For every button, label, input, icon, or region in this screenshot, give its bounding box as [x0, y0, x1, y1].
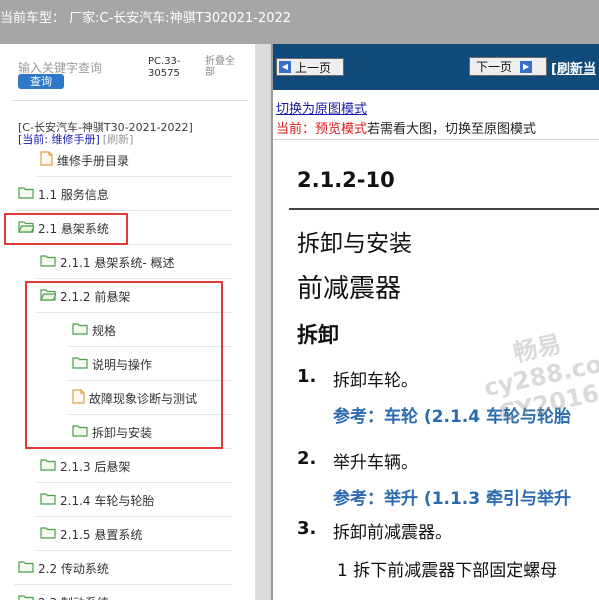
document-number: 2.1.2-10	[297, 168, 395, 192]
section-heading: 拆卸与安装	[297, 231, 412, 257]
tree-item-label: 2.1.3 后悬架	[60, 459, 131, 474]
tree-row-divider	[36, 550, 232, 551]
tree-row-divider	[36, 176, 232, 177]
tree-row-divider	[14, 584, 232, 585]
folder-icon	[40, 458, 56, 474]
mode-note: 若需看大图，切换至原图模式	[367, 122, 537, 137]
mode-status: 当前：预览模式若需看大图，切换至原图模式	[276, 118, 536, 137]
mode-current: 当前：预览模式	[276, 122, 368, 137]
step-number: 1.	[297, 366, 317, 387]
viewer-navbar: ◀ 上一页 下一页 ▶ [刷新当	[273, 44, 599, 90]
folder-icon	[18, 594, 34, 600]
tree-item-label: 1.1 服务信息	[38, 187, 109, 202]
folder-icon	[18, 560, 34, 576]
tree-row-divider	[36, 516, 232, 517]
tree-item-label: 2.1.5 悬置系统	[60, 527, 143, 542]
step-text: 拆卸前减震器。	[333, 523, 452, 543]
step-text: 拆卸车轮。	[333, 371, 418, 391]
query-button[interactable]: 查询	[18, 74, 64, 89]
tree-item[interactable]: 2.1.3 后悬架	[40, 450, 130, 482]
next-page-label: 下一页	[476, 60, 513, 74]
collapse-all-link[interactable]: 折叠全部	[205, 56, 241, 78]
folder-icon	[18, 186, 34, 202]
tree-item-label: 2.2 传动系统	[38, 561, 109, 576]
document-icon	[40, 151, 53, 169]
prev-page-label: 上一页	[295, 60, 332, 75]
tree-item[interactable]: 维修手册目录	[40, 144, 129, 176]
pc-code: PC.33-30575	[148, 56, 181, 79]
folder-icon	[40, 526, 56, 542]
document-viewer: ◀ 上一页 下一页 ▶ [刷新当 切换为原图模式 当前：预览模式若需看大图，切换…	[271, 44, 599, 600]
window-title: 当前车型： 厂家:C-长安汽车:神骐T302021-2022	[0, 11, 292, 26]
watermark-line: 畅易	[510, 329, 564, 368]
arrow-left-icon: ◀	[279, 61, 291, 73]
prev-page-button[interactable]: ◀ 上一页	[276, 58, 344, 76]
tree-item-label: 2.1.4 车轮与轮胎	[60, 493, 155, 508]
tree-item[interactable]: 2.2 传动系统	[18, 552, 109, 584]
tree-item[interactable]: 2.1.5 悬置系统	[40, 518, 142, 550]
step-reference-link[interactable]: 参考：举升 (1.1.3 牵引与举升	[333, 484, 571, 509]
sidebar: 查询 PC.33-30575 折叠全部 [C-长安汽车-神骐T30-2021-2…	[0, 44, 268, 600]
tree-row-divider	[14, 210, 232, 211]
step-reference-link[interactable]: 参考：车轮 (2.1.4 车轮与轮胎	[333, 402, 571, 427]
window-titlebar: 当前车型： 厂家:C-长安汽车:神骐T302021-2022	[0, 0, 599, 44]
tree-row-divider	[36, 482, 232, 483]
step-substep: 1 拆下前减震器下部固定螺母	[337, 561, 558, 581]
subsection-heading: 拆卸	[297, 323, 339, 347]
divider	[273, 139, 599, 140]
switch-original-mode-link[interactable]: 切换为原图模式	[276, 98, 367, 117]
tree-item-label: 2.3 制动系统	[38, 594, 109, 600]
tree-row-divider	[36, 278, 232, 279]
tree-item-label: 维修手册目录	[57, 153, 130, 168]
arrow-right-icon: ▶	[520, 60, 533, 73]
sidebar-scrollbar[interactable]	[255, 44, 271, 600]
divider	[12, 100, 248, 101]
folder-icon	[40, 254, 56, 270]
folder-icon	[40, 492, 56, 508]
watermark-line: cy288.co	[481, 349, 599, 403]
tree-item[interactable]: 2.1.1 悬架系统- 概述	[40, 246, 175, 278]
highlight-box-front-suspension	[25, 281, 223, 449]
step-number: 3.	[297, 518, 317, 539]
divider	[289, 208, 599, 210]
part-heading: 前减震器	[297, 274, 402, 304]
step-text: 举升车辆。	[333, 453, 418, 473]
highlight-box-suspension	[4, 213, 128, 245]
tree-item[interactable]: 2.3 制动系统	[18, 586, 109, 600]
refresh-page-link[interactable]: [刷新当	[551, 58, 596, 77]
tree-item[interactable]: 1.1 服务信息	[18, 178, 109, 210]
tree-item-label: 2.1.1 悬架系统- 概述	[60, 255, 175, 270]
step-number: 2.	[297, 448, 317, 469]
next-page-button[interactable]: 下一页 ▶	[469, 57, 547, 76]
tree-item[interactable]: 2.1.4 车轮与轮胎	[40, 484, 154, 516]
